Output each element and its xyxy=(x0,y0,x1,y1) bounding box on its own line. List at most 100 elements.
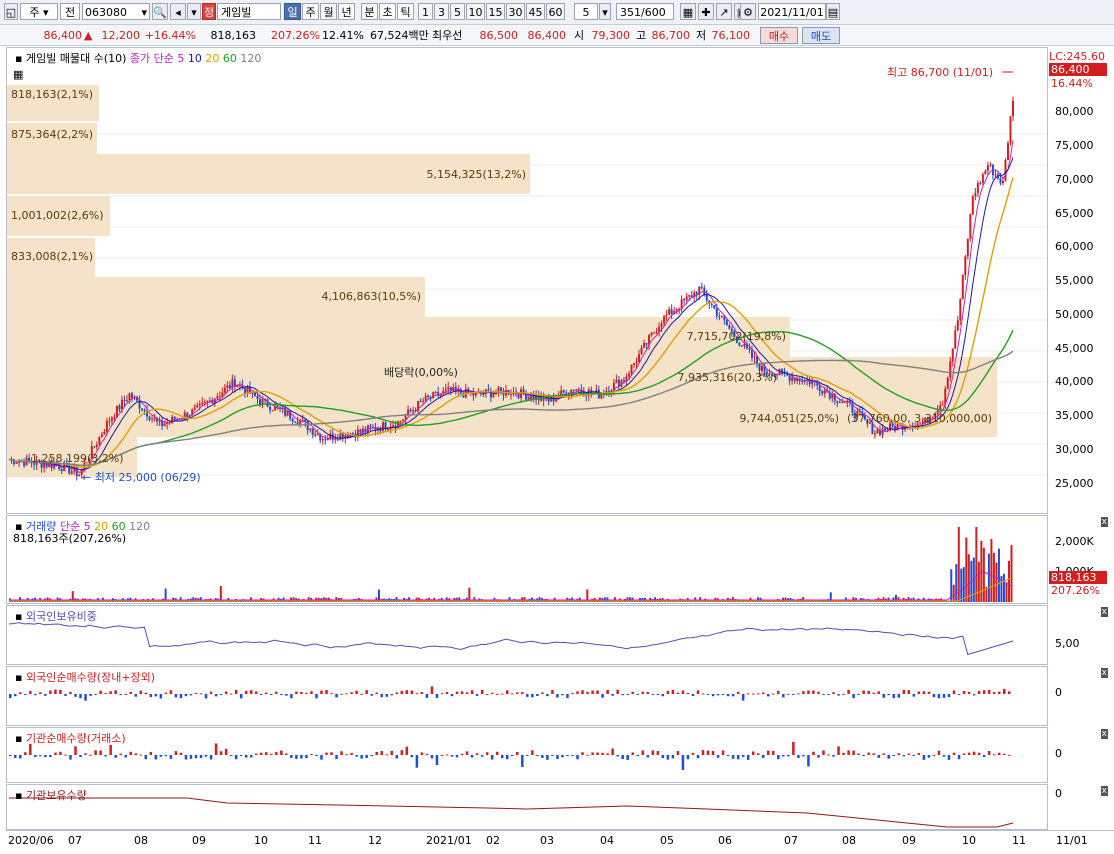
chevron-down-icon[interactable]: ▾ xyxy=(187,3,201,20)
net-bar xyxy=(531,750,534,755)
net-bar xyxy=(79,755,82,757)
interval-option-1[interactable]: 1 xyxy=(418,3,433,20)
speaker-icon[interactable]: ◂ xyxy=(170,3,186,20)
close-icon[interactable]: x xyxy=(1100,729,1108,739)
net-bar xyxy=(209,755,213,760)
candle-body xyxy=(226,385,229,388)
net-bar xyxy=(179,694,183,699)
inst-hold-chart[interactable] xyxy=(7,785,1047,829)
period-select[interactable]: 주 ▾ xyxy=(20,3,58,20)
tab-day[interactable]: 일 xyxy=(284,3,301,20)
candle-body xyxy=(1004,159,1007,181)
price-chart-pane[interactable]: 818,163(2,1%) 875,364(2,2%) 5,154,325(13,2… xyxy=(6,47,1048,514)
net-bar xyxy=(325,752,328,755)
chevron-down-icon[interactable]: ▾ xyxy=(599,3,611,20)
net-bar xyxy=(119,694,122,695)
net-bar xyxy=(405,746,409,755)
net-bar xyxy=(420,692,424,694)
pane-handle-icon[interactable]: ▪ xyxy=(15,789,22,802)
prev-button[interactable]: 전 xyxy=(60,3,80,20)
tab-minute[interactable]: 분 xyxy=(361,3,378,20)
net-bar xyxy=(636,755,639,756)
interval-option-15[interactable]: 15 xyxy=(486,3,505,20)
inst-net-pane[interactable]: ▪ 기관순매수량(거래소) xyxy=(6,727,1048,783)
net-bar xyxy=(646,755,650,758)
foreign-ratio-pane[interactable]: ▪ 외국인보유비중 xyxy=(6,605,1048,665)
net-bar xyxy=(777,690,780,694)
interval-option-3[interactable]: 3 xyxy=(434,3,449,20)
pane-handle-icon[interactable]: ▪ xyxy=(15,52,22,65)
net-bar xyxy=(676,751,680,755)
candle-body xyxy=(141,408,144,411)
candle-body xyxy=(201,402,204,404)
grid-icon[interactable]: ▦ xyxy=(680,3,696,20)
net-bar xyxy=(275,752,278,755)
net-bar xyxy=(962,690,966,694)
volume-pane[interactable]: ▪ 거래량 단순 5 20 60 120 818,163주(207,26%) xyxy=(6,515,1048,604)
net-bar xyxy=(731,694,735,697)
tab-year[interactable]: 년 xyxy=(338,3,355,20)
net-bar xyxy=(184,694,188,697)
price-chart[interactable]: 818,163(2,1%) 875,364(2,2%) 5,154,325(13,2… xyxy=(7,48,1047,513)
candle-body xyxy=(801,380,804,383)
close-icon[interactable]: x xyxy=(1100,786,1108,796)
candle-body xyxy=(645,343,648,345)
net-bar xyxy=(149,694,153,698)
interval-select[interactable]: 5 xyxy=(574,3,598,20)
tab-tick[interactable]: 틱 xyxy=(397,3,414,20)
net-bar xyxy=(787,693,790,695)
sell-button[interactable]: 매도 xyxy=(802,27,840,44)
net-bar xyxy=(480,755,484,757)
calendar-icon[interactable]: ▤ xyxy=(826,3,840,20)
interval-option-30[interactable]: 30 xyxy=(506,3,525,20)
pane-handle-icon[interactable]: ▪ xyxy=(15,732,22,745)
gear-icon[interactable]: ⚙ xyxy=(740,3,756,20)
window-icon[interactable]: ◱ xyxy=(4,3,18,20)
foreign-net-chart[interactable] xyxy=(7,667,1047,725)
chart-icon[interactable]: ↗ xyxy=(716,3,732,20)
tab-week[interactable]: 주 xyxy=(302,3,319,20)
interval-option-60[interactable]: 60 xyxy=(546,3,565,20)
foreign-ratio-chart[interactable] xyxy=(7,606,1047,664)
net-bar xyxy=(219,751,223,755)
count-field[interactable]: 351/600 xyxy=(616,3,674,20)
group-icon[interactable]: 정 xyxy=(202,3,216,20)
inst-net-chart[interactable] xyxy=(7,728,1047,782)
interval-option-5[interactable]: 5 xyxy=(450,3,465,20)
close-icon[interactable]: x xyxy=(1100,517,1108,527)
interval-option-10[interactable]: 10 xyxy=(466,3,485,20)
foreign-net-pane[interactable]: ▪ 외국인순매수량(장내+장외) xyxy=(6,666,1048,726)
volume-chart[interactable] xyxy=(7,516,1047,603)
chevron-down-icon[interactable]: ▾ xyxy=(141,4,147,19)
net-bar xyxy=(887,755,890,759)
buy-button[interactable]: 매수 xyxy=(760,27,798,44)
grid-icon[interactable]: ▦ xyxy=(13,68,23,81)
candle-body xyxy=(206,401,209,403)
net-bar xyxy=(616,755,619,757)
candle-body xyxy=(956,320,959,331)
search-icon[interactable]: 🔍 xyxy=(152,3,168,20)
stock-code-input[interactable]: 063080 ▾ xyxy=(82,3,150,20)
close-icon[interactable]: x xyxy=(1100,668,1108,678)
candle-body xyxy=(989,164,992,166)
net-bar xyxy=(244,690,248,694)
close-icon[interactable]: x xyxy=(1100,607,1108,617)
pane-handle-icon[interactable]: ▪ xyxy=(15,610,22,623)
inst-hold-pane[interactable]: ▪ 기관보유수량 xyxy=(6,784,1048,830)
x-axis: 2020/06 07 08 09 10 11 12 2021/01 02 03 04 05 06 07 08… xyxy=(6,830,1114,854)
net-bar xyxy=(877,691,880,694)
net-bar xyxy=(681,690,685,694)
net-bar xyxy=(591,752,594,755)
date-input[interactable]: 2021/11/01 xyxy=(758,3,826,20)
net-bar xyxy=(992,754,996,756)
crosshair-icon[interactable]: ✚ xyxy=(698,3,714,20)
pane-handle-icon[interactable]: ▪ xyxy=(15,671,22,684)
interval-option-45[interactable]: 45 xyxy=(526,3,545,20)
net-bar xyxy=(395,692,399,694)
net-bar xyxy=(149,751,153,755)
net-bar xyxy=(34,694,37,696)
x-axis-label: 07 xyxy=(68,834,82,847)
tab-month[interactable]: 월 xyxy=(320,3,337,20)
tab-second[interactable]: 초 xyxy=(379,3,396,20)
net-bar xyxy=(857,753,860,755)
